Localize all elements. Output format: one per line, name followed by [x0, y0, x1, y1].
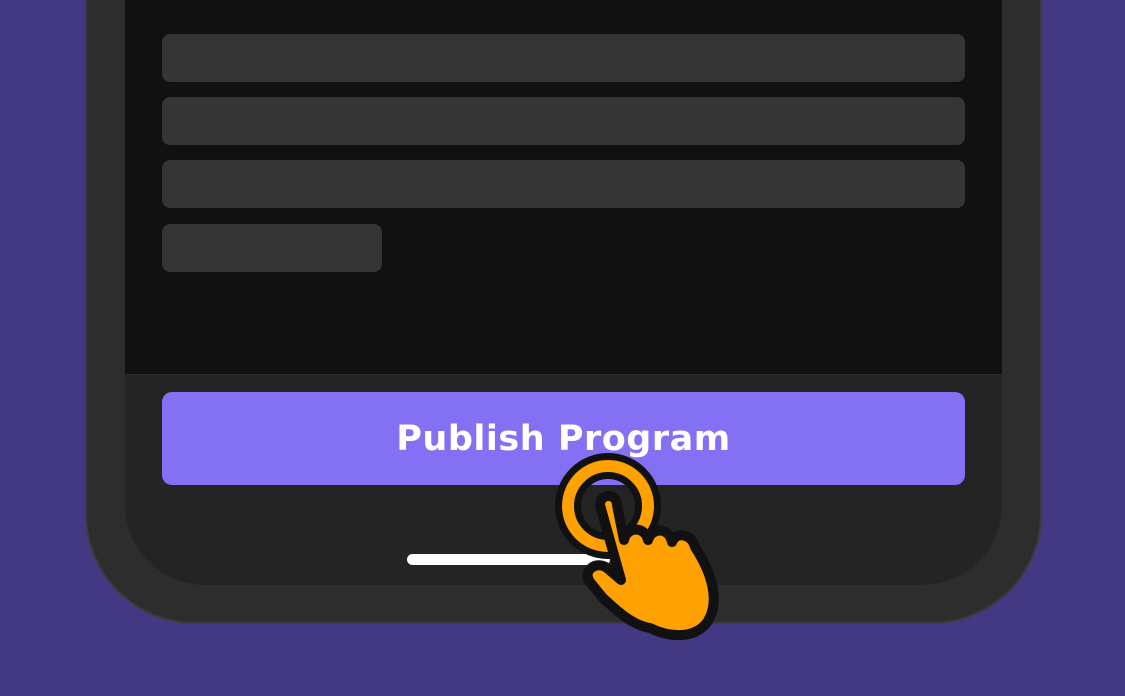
skeleton-line — [162, 34, 965, 82]
program-content — [125, 0, 1002, 375]
home-indicator[interactable] — [407, 554, 610, 565]
publish-program-button[interactable]: Publish Program — [162, 392, 965, 485]
skeleton-line — [162, 160, 965, 208]
skeleton-line — [162, 97, 965, 145]
phone-screen: Publish Program — [125, 0, 1002, 585]
skeleton-line-short — [162, 224, 382, 272]
